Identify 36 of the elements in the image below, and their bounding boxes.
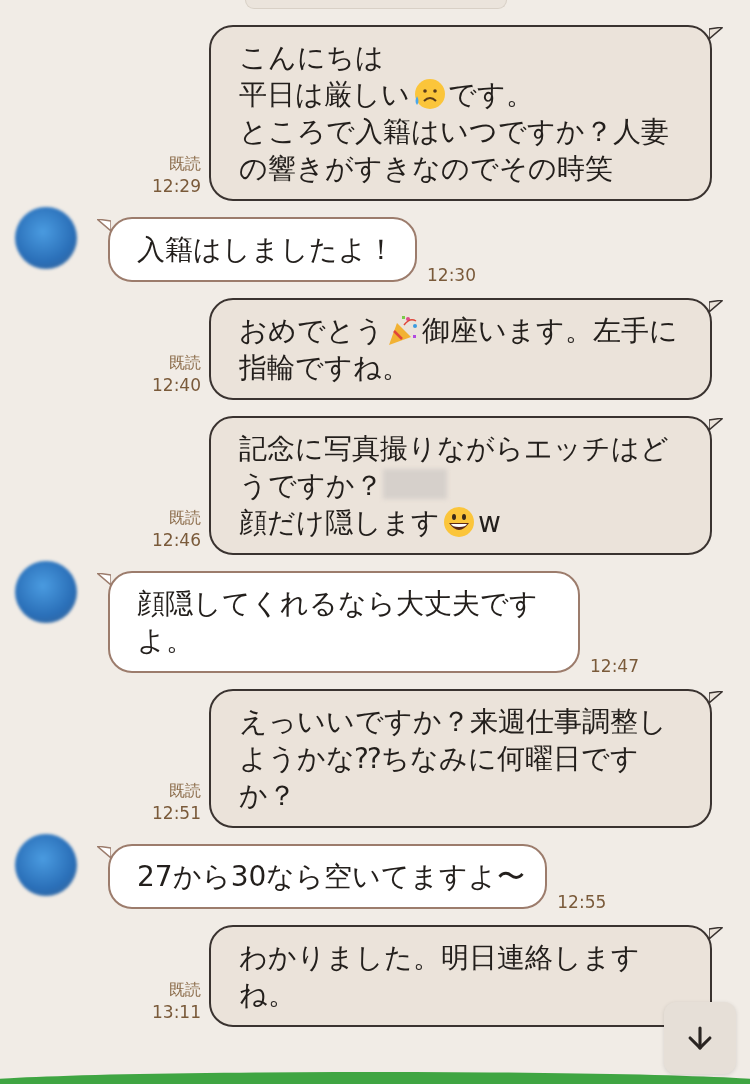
message-time: 12:40 bbox=[152, 374, 201, 396]
read-receipt: 既読 bbox=[169, 153, 201, 175]
read-receipt: 既読 bbox=[169, 780, 201, 802]
message-time: 12:51 bbox=[152, 802, 201, 824]
read-receipt: 既読 bbox=[169, 507, 201, 529]
message-bubble: 入籍はしましたよ！ bbox=[108, 217, 417, 282]
bubble-tail bbox=[709, 418, 723, 432]
message-time: 12:55 bbox=[557, 891, 607, 913]
party-popper-icon bbox=[386, 313, 420, 347]
message-bubble: 27から30なら空いてますよ〜 bbox=[108, 844, 548, 909]
bubble-tail bbox=[97, 573, 111, 587]
message-bubble: おめでとう 御座います。左手に指輪ですね。 bbox=[209, 298, 712, 400]
message-bubble: えっいいですか？来週仕事調整しようかな⁇ちなみに何曜日ですか？ bbox=[209, 689, 712, 828]
sad-face-icon bbox=[412, 77, 446, 111]
message-time: 12:46 bbox=[152, 529, 201, 551]
message-bubble: こんにちは 平日は厳しい です。 ところで入籍はいつですか？人妻の響きがすきなのでその時笑 bbox=[209, 25, 712, 201]
message-time: 13:11 bbox=[152, 1001, 201, 1023]
message-time: 12:47 bbox=[590, 655, 639, 677]
bubble-tail bbox=[709, 300, 723, 314]
bubble-tail bbox=[709, 691, 723, 705]
message-bubble: わかりました。明日連絡しますね。 bbox=[209, 925, 712, 1027]
scroll-down-button[interactable] bbox=[664, 1002, 736, 1074]
avatar bbox=[15, 834, 77, 896]
message-bubble: 顔隠してくれるなら大丈夫ですよ。 bbox=[108, 571, 580, 673]
smiling-face-icon bbox=[442, 505, 476, 539]
avatar bbox=[15, 561, 77, 623]
read-receipt: 既読 bbox=[169, 979, 201, 1001]
bubble-tail bbox=[97, 846, 111, 860]
message-time: 12:29 bbox=[152, 175, 201, 197]
message-time: 12:30 bbox=[427, 264, 476, 286]
message-bubble: 記念に写真撮りながらエッチはどうですか？ 顔だけ隠します w bbox=[209, 416, 712, 555]
bubble-tail bbox=[97, 219, 111, 233]
bubble-tail bbox=[709, 927, 723, 941]
read-receipt: 既読 bbox=[169, 352, 201, 374]
avatar bbox=[15, 207, 77, 269]
bubble-tail bbox=[709, 27, 723, 41]
